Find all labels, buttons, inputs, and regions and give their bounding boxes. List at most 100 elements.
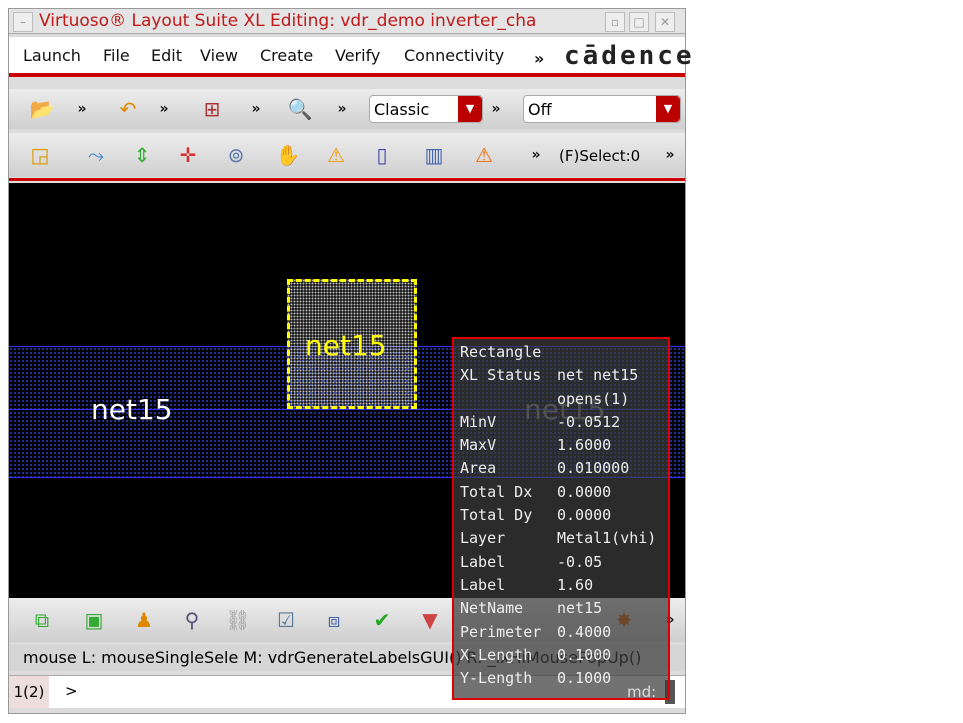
net-label: net15 xyxy=(91,393,173,426)
menu-connectivity[interactable]: Connectivity xyxy=(404,46,504,65)
connect-icon[interactable]: ⧉ xyxy=(27,603,57,637)
cadence-logo: cādence xyxy=(564,41,695,71)
tooltip-value: opens(1) xyxy=(557,389,630,408)
tooltip-key: NetName xyxy=(460,599,524,618)
chevron-down-icon: ▼ xyxy=(458,96,482,122)
info-tooltip: Rectangle XL Status net net15 opens(1) MinV… xyxy=(452,337,670,700)
tooltip-value: 1.60 xyxy=(557,575,594,594)
warning-icon[interactable]: ⚠ xyxy=(321,138,351,172)
tooltip-row: Label 1.60 xyxy=(460,576,662,599)
violation-icon[interactable]: ⚠ xyxy=(469,138,499,172)
terminal-icon[interactable]: ▣ xyxy=(79,603,109,637)
tooltip-value: Metal1(vhi) xyxy=(557,529,657,548)
warning-pin-icon[interactable]: ▼ xyxy=(415,603,445,637)
menu-file[interactable]: File xyxy=(103,46,130,65)
history-index: 1(2) xyxy=(9,676,49,708)
tooltip-key: Label xyxy=(460,552,506,571)
toolbar-overflow[interactable]: » xyxy=(149,92,179,126)
edit-layers-icon[interactable]: ▥ xyxy=(419,138,449,172)
menu-verify[interactable]: Verify xyxy=(335,46,380,65)
tooltip-value: -0.05 xyxy=(557,552,603,571)
window-menu-button[interactable]: – xyxy=(13,12,33,32)
tooltip-value: 0.1000 xyxy=(557,645,612,664)
route-icon[interactable]: ⤳ xyxy=(81,138,111,172)
check-box-icon[interactable]: ☑ xyxy=(271,603,301,637)
toolbar-overflow[interactable]: » xyxy=(67,92,97,126)
title-bar: – Virtuoso® Layout Suite XL Editing: vdr… xyxy=(9,9,685,34)
tooltip-row: MaxV 1.6000 xyxy=(460,436,662,459)
tooltip-value: 0.010000 xyxy=(557,459,630,478)
maximize-button[interactable]: □ xyxy=(629,12,649,32)
link-icon[interactable]: ⛓ xyxy=(223,603,253,637)
toolbar-file: 📂 » ↶ » ⊞ » 🔍 » Classic ▼ » Off ▼ xyxy=(9,89,685,129)
select-count: (F)Select:0 xyxy=(559,147,641,165)
menu-overflow-button[interactable]: » xyxy=(534,49,544,68)
tooltip-key: MaxV xyxy=(460,436,497,455)
close-button[interactable]: ✕ xyxy=(655,12,675,32)
menu-view[interactable]: View xyxy=(200,46,238,65)
probe-icon[interactable]: ▯ xyxy=(367,138,397,172)
tooltip-row: X-Length 0.1000 xyxy=(460,646,662,669)
tooltip-key: Y-Length xyxy=(460,669,533,688)
tooltip-value: net net15 xyxy=(557,366,639,385)
filter-select[interactable]: Off ▼ xyxy=(523,95,681,123)
menu-edit[interactable]: Edit xyxy=(151,46,182,65)
open-folder-icon[interactable]: 📂 xyxy=(27,92,57,126)
tooltip-value: net15 xyxy=(557,599,603,618)
toolbar-overflow[interactable]: » xyxy=(241,92,271,126)
tooltip-value: 0.4000 xyxy=(557,622,612,641)
tooltip-title: Rectangle xyxy=(460,343,542,361)
tooltip-key: Total Dx xyxy=(460,482,533,501)
menu-create[interactable]: Create xyxy=(260,46,313,65)
check-icon[interactable]: ✔ xyxy=(367,603,397,637)
toolbar-overflow[interactable]: » xyxy=(521,138,551,172)
tooltip-key: Label xyxy=(460,575,506,594)
probe-net-icon[interactable]: ⚲ xyxy=(177,603,207,637)
divider xyxy=(9,73,685,77)
undo-icon[interactable]: ↶ xyxy=(113,92,143,126)
toolbar-overflow[interactable]: » xyxy=(655,138,685,172)
tooltip-key: Area xyxy=(460,459,497,478)
pin-icon[interactable]: ♟ xyxy=(129,603,159,637)
tooltip-key: X-Length xyxy=(460,645,533,664)
net-label-selected: net15 xyxy=(305,329,387,362)
add-instance-icon[interactable]: ⊞ xyxy=(197,92,227,126)
zoom-icon[interactable]: 🔍 xyxy=(285,92,315,126)
chevron-down-icon: ▼ xyxy=(656,96,680,122)
tooltip-row: Layer Metal1(vhi) xyxy=(460,529,662,552)
hierarchy-icon[interactable]: ⧈ xyxy=(319,603,349,637)
tooltip-row: Total Dx 0.0000 xyxy=(460,483,662,506)
tooltip-key: MinV xyxy=(460,412,497,431)
tooltip-row: MinV -0.0512 xyxy=(460,413,662,436)
toolbar-overflow[interactable]: » xyxy=(327,92,357,126)
group-select-icon[interactable]: ⊚ xyxy=(221,138,251,172)
menu-launch[interactable]: Launch xyxy=(23,46,81,65)
select-pointer-icon[interactable]: ◲ xyxy=(25,138,55,172)
tooltip-row: Total Dy 0.0000 xyxy=(460,506,662,529)
stop-hand-icon[interactable]: ✋ xyxy=(273,138,303,172)
tooltip-key: XL Status xyxy=(460,366,542,385)
window-title: Virtuoso® Layout Suite XL Editing: vdr_d… xyxy=(39,11,537,31)
tooltip-key: Total Dy xyxy=(460,506,533,525)
tooltip-value: 0.0000 xyxy=(557,482,612,501)
toolbar-edit: ◲ ⤳ ⇕ ✛ ⊚ ✋ ⚠ ▯ ▥ ⚠ » (F)Select:0 » xyxy=(9,133,685,177)
tooltip-key: Layer xyxy=(460,529,506,548)
tooltip-row: Area 0.010000 xyxy=(460,459,662,482)
tooltip-row: NetName net15 xyxy=(460,599,662,622)
minimize-button[interactable]: ▫ xyxy=(605,12,625,32)
cmd-label: md: xyxy=(627,683,657,701)
tooltip-row: Label -0.05 xyxy=(460,553,662,576)
via-stack-icon[interactable]: ⇕ xyxy=(127,138,157,172)
crosshair-icon[interactable]: ✛ xyxy=(173,138,203,172)
tooltip-key: Perimeter xyxy=(460,622,542,641)
tooltip-row: Perimeter 0.4000 xyxy=(460,623,662,646)
divider xyxy=(9,178,685,181)
workspace-select[interactable]: Classic ▼ xyxy=(369,95,483,123)
toolbar-overflow[interactable]: » xyxy=(481,92,511,126)
workspace-value: Classic xyxy=(374,100,430,119)
menu-bar: Launch File Edit View Create Verify Conn… xyxy=(9,37,692,75)
tooltip-value: 0.0000 xyxy=(557,506,612,525)
filter-value: Off xyxy=(528,100,552,119)
tooltip-row: XL Status net net15 xyxy=(460,366,662,389)
tooltip-row: opens(1) xyxy=(460,390,662,413)
